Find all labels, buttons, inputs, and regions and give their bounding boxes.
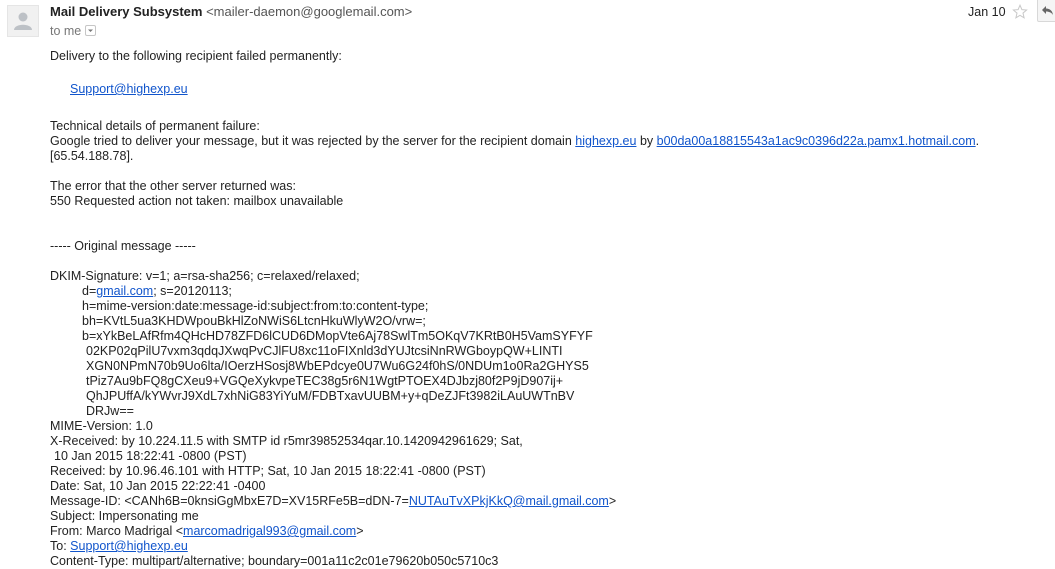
- date-header: Date: Sat, 10 Jan 2015 22:22:41 -0400: [50, 479, 266, 493]
- to-header: To: Support@highexp.eu: [50, 539, 1040, 554]
- failed-recipient-row: Support@highexp.eu: [70, 82, 1040, 97]
- chevron-down-icon: [88, 29, 94, 33]
- to-email-link[interactable]: Support@highexp.eu: [70, 539, 188, 553]
- domain-link[interactable]: highexp.eu: [575, 134, 636, 148]
- to-me-label: to me: [50, 24, 82, 38]
- dkim-line-7: XGN0NPmN70b9Uo6lta/IOerzHSosj8WbEPdcye0U…: [86, 359, 589, 373]
- sender-avatar: [7, 5, 39, 37]
- dkim-line-1: DKIM-Signature: v=1; a=rsa-sha256; c=rel…: [50, 269, 360, 283]
- recipient-line: to me: [50, 24, 97, 38]
- dkim-line-8: tPiz7Au9bFQ8gCXeu9+VGQeXykvpeTEC38g5r6N1…: [86, 374, 564, 388]
- from-close: >: [356, 524, 364, 538]
- dkim-line-9: QhJPUffA/kYWvrJ9XdL7xhNiG83YiYuM/FDBTxav…: [86, 389, 575, 403]
- server-ip: [65.54.188.78].: [50, 149, 134, 163]
- from-header: From: Marco Madrigal <marcomadrigal993@g…: [50, 524, 1040, 539]
- dkim-line-5: b=xYkBeLAfRfm4QHcHD78ZFD6lCUD6DMopVte6Aj…: [82, 329, 593, 343]
- from-email-link[interactable]: marcomadrigal993@gmail.com: [183, 524, 356, 538]
- message-date: Jan 10: [968, 5, 1006, 19]
- original-message-marker: ----- Original message -----: [50, 239, 196, 253]
- dkim-d-label: d=: [82, 284, 97, 298]
- reply-icon: [1042, 6, 1053, 15]
- received-header: Received: by 10.96.46.101 with HTTP; Sat…: [50, 464, 486, 478]
- to-text: To:: [50, 539, 71, 553]
- failed-recipient-link[interactable]: Support@highexp.eu: [70, 82, 188, 96]
- mx-host-link[interactable]: b00da00a18815543a1ac9c0396d22a.pamx1.hot…: [657, 134, 976, 148]
- reply-button[interactable]: [1037, 0, 1055, 22]
- dkim-line-3: h=mime-version:date:message-id:subject:f…: [82, 299, 429, 313]
- dkim-line-4: bh=KVtL5ua3KHDWpouBkHlZoNWiS6LtcnHkuWlyW…: [82, 314, 426, 328]
- show-details-button[interactable]: [85, 25, 97, 37]
- sender-name[interactable]: Mail Delivery Subsystem: [50, 4, 202, 19]
- dkim-line-6: 02KP02qPilU7vxm3qdqJXwqPvCJlFU8xc11oFIXn…: [86, 344, 563, 358]
- gmail-domain-link[interactable]: gmail.com: [96, 284, 153, 298]
- content-type-header: Content-Type: multipart/alternative; bou…: [50, 554, 499, 568]
- dkim-selector: ; s=20120113;: [153, 284, 232, 298]
- tech-details-line: Google tried to deliver your message, bu…: [50, 134, 1040, 149]
- error-text: 550 Requested action not taken: mailbox …: [50, 194, 344, 208]
- message-header: Mail Delivery Subsystem <mailer-daemon@g…: [50, 0, 1055, 44]
- tech-by-text: by: [639, 134, 654, 148]
- message-body: Delivery to the following recipient fail…: [50, 49, 1040, 569]
- message-id-header: Message-ID: <CANh6B=0knsiGgMbxE7D=XV15RF…: [50, 494, 1040, 509]
- x-received-line-2: 10 Jan 2015 18:22:41 -0800 (PST): [54, 449, 247, 463]
- dkim-line-10: DRJw==: [86, 404, 134, 418]
- sender-email: <mailer-daemon@googlemail.com>: [206, 4, 413, 19]
- tech-details-heading: Technical details of permanent failure:: [50, 119, 260, 133]
- tech-details-text: Google tried to deliver your message, bu…: [50, 134, 572, 148]
- tech-dot: .: [975, 134, 980, 148]
- sender-line: Mail Delivery Subsystem <mailer-daemon@g…: [50, 4, 412, 19]
- from-text: From: Marco Madrigal <: [50, 524, 184, 538]
- mime-version: MIME-Version: 1.0: [50, 419, 153, 433]
- error-heading: The error that the other server returned…: [50, 179, 296, 193]
- subject-header: Subject: Impersonating me: [50, 509, 199, 523]
- message-id-close: >: [608, 494, 617, 508]
- star-icon[interactable]: [1012, 4, 1028, 20]
- message-id-link[interactable]: NUTAuTvXPkjKkQ@mail.gmail.com: [409, 494, 609, 508]
- x-received-line-1: X-Received: by 10.224.11.5 with SMTP id …: [50, 434, 523, 448]
- dkim-line-2: d=gmail.com; s=20120113;: [50, 284, 1040, 299]
- message-id-text: Message-ID: <CANh6B=0knsiGgMbxE7D=XV15RF…: [50, 494, 409, 508]
- failure-intro: Delivery to the following recipient fail…: [50, 49, 342, 63]
